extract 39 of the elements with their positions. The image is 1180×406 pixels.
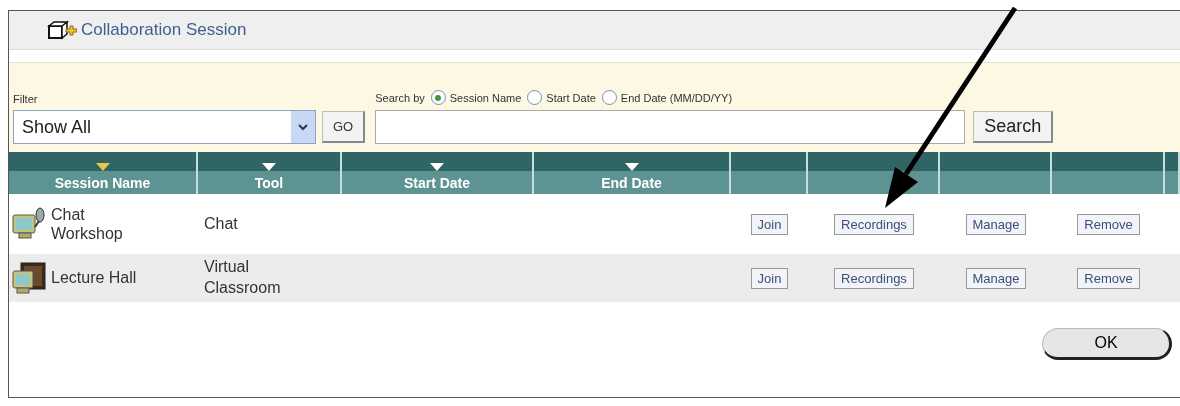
radio-label: Session Name (449, 91, 522, 104)
column-header-label: End Date (601, 174, 662, 191)
column-header-label: Tool (254, 174, 284, 191)
session-name: Lecture Hall (51, 268, 137, 288)
radio-button[interactable] (601, 90, 617, 105)
header-cell (1165, 152, 1180, 194)
column-header-label: Start Date (403, 174, 471, 191)
action-button[interactable]: Manage (965, 267, 1027, 289)
tool-name: Chat (203, 213, 239, 234)
radio-button[interactable] (430, 90, 446, 105)
go-button[interactable]: GO (322, 111, 366, 143)
sort-triangle-icon[interactable] (95, 163, 110, 171)
search-field[interactable] (375, 110, 966, 144)
filter-dropdown[interactable]: Show All (13, 110, 316, 144)
search-by-label: Search by (375, 91, 425, 104)
sort-triangle-icon[interactable] (262, 163, 276, 171)
action-button[interactable]: Join (750, 213, 789, 235)
action-button[interactable]: Recordings (834, 267, 914, 289)
filter-label: Filter (13, 93, 39, 105)
computer-microphone-icon (11, 207, 47, 241)
session-name: Chat Workshop (51, 204, 124, 244)
sort-triangle-icon[interactable] (624, 163, 639, 171)
action-button[interactable]: Manage (965, 213, 1027, 235)
column-header-label: Session Name (54, 174, 151, 191)
window-title: Collaboration Session (81, 20, 247, 40)
radio-label: Start Date (546, 91, 596, 104)
radio-button[interactable] (527, 90, 543, 105)
window-plus-icon (47, 20, 77, 40)
action-button[interactable]: Remove (1077, 213, 1140, 235)
computer-board-icon (11, 261, 47, 295)
action-button[interactable]: Recordings (834, 213, 914, 235)
chevron-down-icon (298, 123, 308, 131)
ok-button[interactable]: OK (1042, 328, 1172, 360)
radio-label: End Date (MM/DD/YY) (620, 91, 733, 104)
action-button[interactable]: Remove (1077, 267, 1140, 289)
sort-triangle-icon[interactable] (430, 163, 444, 171)
search-button[interactable]: Search (973, 111, 1054, 143)
tool-name: Virtual Classroom (203, 257, 282, 298)
action-button[interactable]: Join (750, 267, 789, 289)
